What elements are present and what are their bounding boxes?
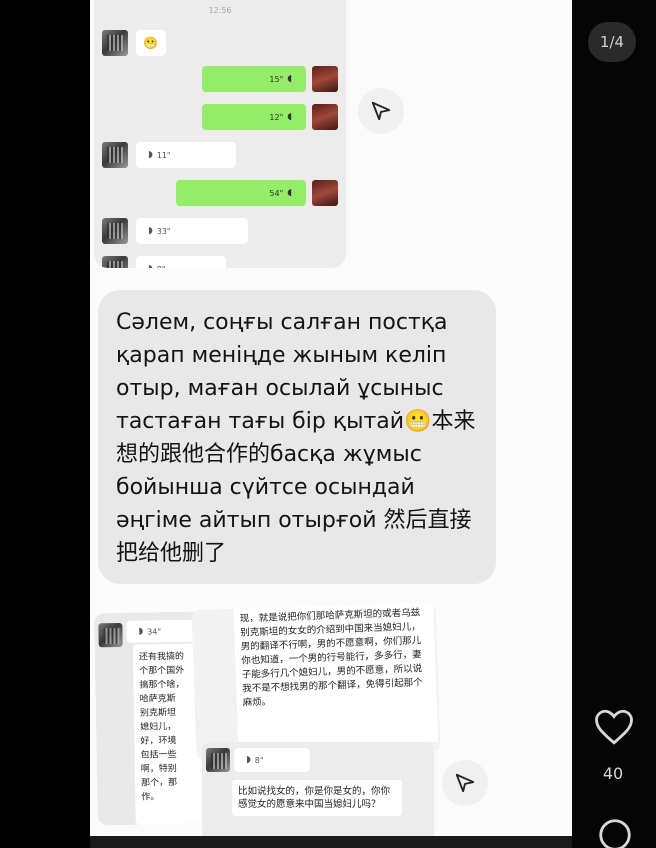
voice-duration: 11" xyxy=(156,150,171,160)
voice-message[interactable]: ◗ 11" xyxy=(136,142,236,168)
voice-duration: 8" xyxy=(157,265,166,269)
chat-screenshot-middle: 现，就是说把你们那哈萨克斯坦的或者乌兹别克斯坦的女女的介绍到中国来当媳妇儿，男的… xyxy=(191,601,441,761)
chat-screenshot-bottom: ◗ 8" 比如说找女的，你是你是女的，你你感觉女的愿意来中国当媳妇儿吗？ xyxy=(202,742,434,836)
voice-message[interactable]: ◗ 34" xyxy=(126,619,197,643)
voice-wave-icon: ◗ xyxy=(148,150,153,160)
chat-timestamp: 12:56 xyxy=(208,6,232,15)
voice-wave-icon: ◖ xyxy=(287,112,292,122)
bottom-edge xyxy=(90,836,572,848)
contact-avatar xyxy=(102,142,128,168)
voice-message[interactable]: 15" ◖ xyxy=(202,66,306,92)
voice-duration: 8" xyxy=(254,755,264,765)
voice-wave-icon: ◖ xyxy=(287,188,292,198)
heart-icon xyxy=(595,709,633,745)
message-text: Сәлем, соңғы салған постқа қарап меніңде… xyxy=(116,310,476,566)
voice-duration: 12" xyxy=(269,112,284,122)
share-button[interactable] xyxy=(358,88,404,134)
page-indicator: 1/4 xyxy=(588,22,636,62)
share-button[interactable] xyxy=(442,760,488,806)
voice-message[interactable]: 54" ◖ xyxy=(176,180,306,206)
voice-message[interactable]: 12" ◖ xyxy=(202,104,306,130)
emoji-message: 😬 xyxy=(136,30,166,56)
contact-avatar xyxy=(206,748,230,772)
contact-avatar xyxy=(102,30,128,56)
post-image: 12:56 😬 15"◖ 12"◖ ◗11" 54"◖ ◗33" ◗8" Сәл… xyxy=(90,0,572,836)
my-avatar xyxy=(312,104,338,130)
comment-button[interactable] xyxy=(596,816,634,848)
voice-duration: 34" xyxy=(147,626,162,636)
voice-wave-icon: ◗ xyxy=(138,626,144,637)
voice-message[interactable]: ◗ 33" xyxy=(136,218,248,244)
emoji: 😬 xyxy=(143,36,158,50)
send-icon xyxy=(371,101,391,121)
chat-screenshot-top: 12:56 😬 15"◖ 12"◖ ◗11" 54"◖ ◗33" ◗8" xyxy=(94,0,346,268)
message-text: 现，就是说把你们那哈萨克斯坦的或者乌兹别克斯坦的女女的介绍到中国来当媳妇儿，男的… xyxy=(233,601,439,749)
left-backdrop xyxy=(0,0,90,848)
voice-wave-icon: ◗ xyxy=(246,755,251,765)
my-avatar xyxy=(312,180,338,206)
voice-duration: 54" xyxy=(269,188,284,198)
voice-wave-icon: ◗ xyxy=(148,264,153,268)
contact-avatar xyxy=(102,256,128,268)
like-button[interactable] xyxy=(592,706,636,748)
like-count: 40 xyxy=(602,764,624,783)
my-avatar xyxy=(312,66,338,92)
voice-message[interactable]: ◗8" xyxy=(234,748,310,772)
voice-wave-icon: ◗ xyxy=(148,226,153,236)
message-bubble: Сәлем, соңғы салған постқа қарап меніңде… xyxy=(98,290,496,584)
comment-icon xyxy=(599,819,631,848)
send-icon xyxy=(455,773,475,793)
voice-wave-icon: ◖ xyxy=(287,74,292,84)
contact-avatar xyxy=(102,218,128,244)
voice-duration: 33" xyxy=(156,226,171,236)
message-text: 比如说找女的，你是你是女的，你你感觉女的愿意来中国当媳妇儿吗？ xyxy=(232,780,402,816)
voice-duration: 15" xyxy=(269,74,284,84)
voice-message[interactable]: ◗ 8" xyxy=(136,256,226,268)
contact-avatar xyxy=(98,622,123,648)
